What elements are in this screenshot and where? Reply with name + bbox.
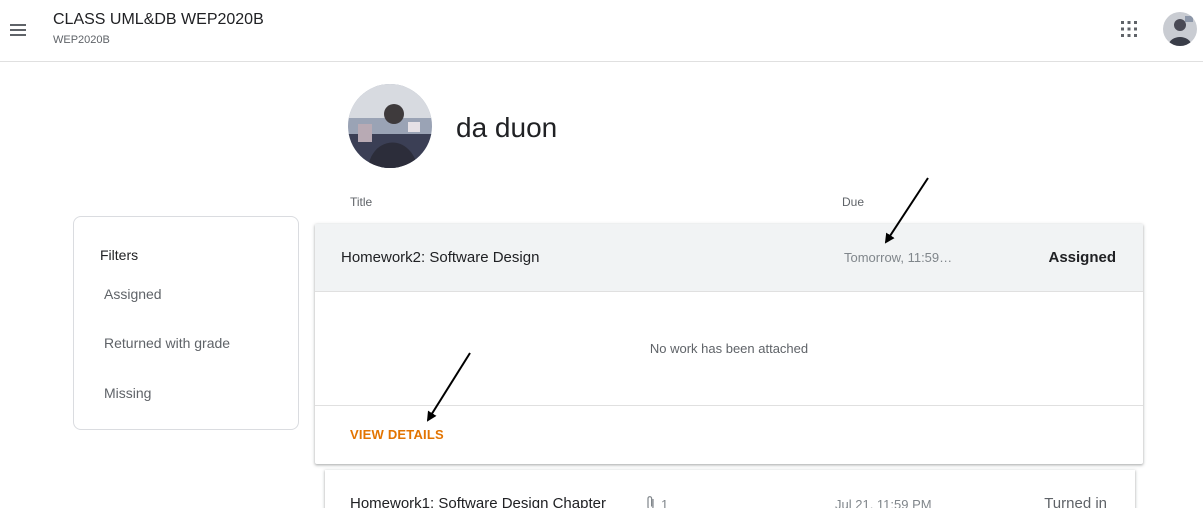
column-header-due: Due [842, 195, 865, 209]
filter-missing[interactable]: Missing [104, 385, 151, 401]
filter-returned-with-grade[interactable]: Returned with grade [104, 335, 230, 351]
view-details-link[interactable]: VIEW DETAILS [350, 427, 444, 442]
assignment-work-area: No work has been attached [315, 292, 1143, 406]
assignment-status: Assigned [1048, 249, 1116, 266]
filters-heading: Filters [100, 247, 139, 263]
student-name: da duon [456, 112, 558, 143]
attachment-count: 1 [661, 497, 669, 508]
filter-assigned[interactable]: Assigned [104, 286, 162, 302]
assignment-title: Homework2: Software Design [341, 249, 540, 266]
assignment-status: Turned in [1044, 495, 1107, 508]
assignment-row[interactable]: Homework1: Software Design Chapter 1 Jul… [325, 470, 1135, 508]
top-app-bar: CLASS UML&DB WEP2020B WEP2020B [0, 0, 1203, 62]
assignment-due: Tomorrow, 11:59… [844, 250, 953, 265]
paperclip-icon [645, 495, 657, 508]
no-work-message: No work has been attached [649, 341, 809, 356]
filters-panel: Filters Assigned Returned with grade Mis… [73, 216, 299, 430]
assignment-due: Jul 21, 11:59 PM [835, 497, 932, 508]
assignment-row-header[interactable]: Homework2: Software Design Tomorrow, 11:… [315, 224, 1143, 292]
class-title[interactable]: CLASS UML&DB WEP2020B [53, 11, 264, 29]
assignment-card-expanded: Homework2: Software Design Tomorrow, 11:… [315, 224, 1143, 464]
hamburger-menu-icon[interactable] [10, 24, 26, 38]
assignment-title: Homework1: Software Design Chapter [350, 495, 606, 508]
google-apps-grid-icon[interactable] [1120, 20, 1138, 38]
class-section: WEP2020B [53, 34, 110, 46]
column-header-title: Title [350, 195, 373, 209]
student-avatar [348, 84, 432, 168]
account-avatar[interactable] [1163, 12, 1197, 46]
